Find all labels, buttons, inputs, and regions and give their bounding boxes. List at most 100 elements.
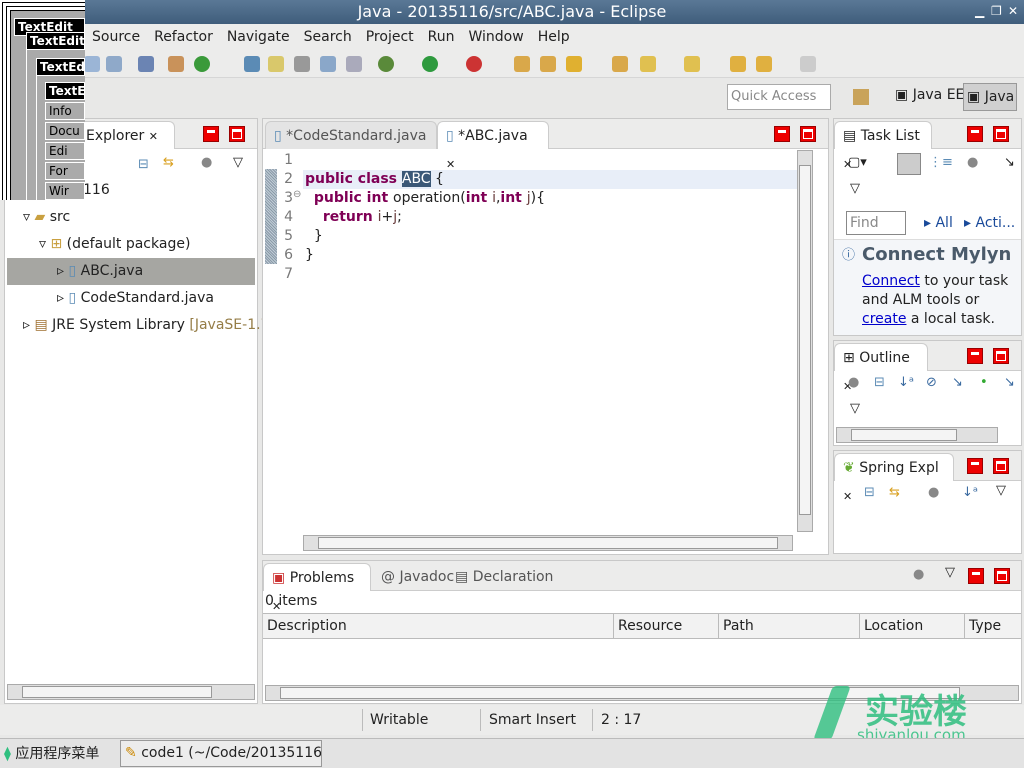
new-task-icon[interactable]: ▢▾: [848, 155, 867, 170]
collapse-all-icon[interactable]: ⊟: [138, 157, 149, 172]
focus-icon[interactable]: ●: [967, 155, 978, 170]
tab-codestandard-java[interactable]: ▯ *CodeStandard.java: [265, 121, 437, 149]
textedit-window-title[interactable]: TextEdit: [36, 58, 85, 76]
previous-annotation-icon[interactable]: [684, 56, 700, 72]
vertical-scrollbar[interactable]: [797, 150, 813, 532]
open-task-icon[interactable]: [540, 56, 556, 72]
sort-icon[interactable]: ↓ᵃ: [962, 485, 978, 500]
maximize-button[interactable]: [229, 126, 245, 142]
perspective-java[interactable]: ▣ Java: [963, 83, 1017, 111]
forward-icon[interactable]: [800, 56, 816, 72]
all-filter[interactable]: ▸ All: [924, 215, 953, 231]
open-type-icon[interactable]: [244, 56, 260, 72]
horizontal-scrollbar[interactable]: [303, 535, 793, 551]
textedit-menu-item[interactable]: For: [45, 162, 85, 180]
textedit-menu-item[interactable]: Edi: [45, 142, 85, 160]
skip-breakpoints-icon[interactable]: [138, 56, 154, 72]
column-path[interactable]: Path: [719, 613, 860, 639]
toggle-icon[interactable]: [294, 56, 310, 72]
textedit-window-title[interactable]: TextEdit: [26, 32, 85, 50]
debug-icon[interactable]: [378, 56, 394, 72]
view-menu-icon[interactable]: ▽: [850, 401, 860, 416]
maximize-button[interactable]: [800, 126, 816, 142]
fold-icon[interactable]: ⊖: [293, 189, 301, 200]
search-icon[interactable]: [566, 56, 582, 72]
run-icon[interactable]: [422, 56, 438, 72]
external-tools-icon[interactable]: [466, 56, 482, 72]
tree-item-jre-library[interactable]: ▹ ▤ JRE System Library [JavaSE-1.7]: [23, 312, 275, 339]
link-with-editor-icon[interactable]: ⇆: [889, 485, 900, 500]
minimize-button[interactable]: [203, 126, 219, 142]
collapse-icon[interactable]: ↘: [1004, 155, 1015, 170]
tree-item-src[interactable]: ▿ ▰ src: [23, 204, 70, 231]
tree-item-abc-java[interactable]: ▹ ▯ ABC.java: [7, 258, 255, 285]
restore-window-button[interactable]: ❐: [991, 4, 1002, 18]
scheduled-icon[interactable]: ⋮≡: [929, 155, 953, 170]
hide-static-icon[interactable]: ↘: [952, 375, 963, 390]
show-whitespace-icon[interactable]: [346, 56, 362, 72]
column-resource[interactable]: Resource: [614, 613, 719, 639]
categorized-icon[interactable]: [897, 153, 921, 175]
minimize-button[interactable]: [774, 126, 790, 142]
sort-icon[interactable]: ↓ᵃ: [898, 375, 914, 390]
collapse-all-icon[interactable]: ⊟: [874, 375, 885, 390]
hide-fields-icon[interactable]: ⊘: [926, 375, 937, 390]
minimize-button[interactable]: [967, 126, 983, 142]
link-with-editor-icon[interactable]: ⇆: [163, 155, 174, 170]
perspective-java-ee[interactable]: ▣ Java EE: [895, 87, 964, 103]
menu-run[interactable]: Run: [421, 24, 462, 50]
textedit-menu-item[interactable]: Docu: [45, 122, 85, 140]
taskbar-item-code1[interactable]: ✎ code1 (~/Code/20135116...: [120, 740, 322, 767]
textedit-menu-item[interactable]: Info: [45, 102, 85, 120]
next-annotation-icon[interactable]: [640, 56, 656, 72]
open-project-icon[interactable]: [612, 56, 628, 72]
maximize-button[interactable]: [993, 348, 1009, 364]
menu-source[interactable]: Source: [85, 24, 147, 50]
back-icon[interactable]: [756, 56, 772, 72]
tab-explorer[interactable]: Explorer ✕: [75, 121, 175, 149]
focus-icon[interactable]: ●: [201, 155, 212, 170]
minimize-window-button[interactable]: ▁: [975, 4, 984, 18]
code-text[interactable]: public class ABC { public int operation(…: [305, 151, 545, 265]
mark-occurrences-icon[interactable]: [268, 56, 284, 72]
menu-navigate[interactable]: Navigate: [220, 24, 297, 50]
maximize-button[interactable]: [993, 458, 1009, 474]
tab-outline[interactable]: ⊞ Outline ✕: [834, 343, 928, 393]
hide-local-types-icon[interactable]: ↘: [1004, 375, 1015, 390]
find-input[interactable]: Find: [846, 211, 906, 235]
view-menu-icon[interactable]: ▽: [996, 483, 1006, 498]
open-perspective-icon[interactable]: [853, 89, 869, 105]
connect-link[interactable]: Connect: [862, 273, 920, 289]
minimize-button[interactable]: [968, 568, 984, 584]
print-icon[interactable]: [106, 56, 122, 72]
last-edit-icon[interactable]: [730, 56, 746, 72]
menu-search[interactable]: Search: [297, 24, 359, 50]
hide-nonpublic-icon[interactable]: •: [980, 375, 988, 390]
tab-task-list[interactable]: ▤ Task List ✕: [834, 121, 932, 171]
tab-problems[interactable]: ▣ Problems ✕: [263, 563, 371, 613]
menu-help[interactable]: Help: [531, 24, 577, 50]
activate-filter[interactable]: ▸ Acti...: [964, 215, 1015, 231]
block-selection-icon[interactable]: [320, 56, 336, 72]
view-menu-icon[interactable]: ▽: [850, 181, 860, 196]
close-icon[interactable]: ✕: [149, 130, 158, 143]
minimize-button[interactable]: [967, 458, 983, 474]
horizontal-scrollbar[interactable]: [7, 684, 255, 700]
collapse-all-icon[interactable]: ⊟: [864, 485, 875, 500]
textedit-menu-item[interactable]: Wir: [45, 182, 85, 200]
focus-icon[interactable]: ●: [928, 485, 939, 500]
create-link[interactable]: create: [862, 311, 906, 327]
save-icon[interactable]: [84, 56, 100, 72]
minimize-button[interactable]: [967, 348, 983, 364]
close-window-button[interactable]: ✕: [1008, 4, 1018, 18]
project-node[interactable]: 116: [83, 177, 110, 204]
applications-menu-button[interactable]: ⧫ 应用程序菜单: [4, 742, 99, 766]
close-icon[interactable]: ✕: [843, 490, 852, 503]
focus-icon[interactable]: ●: [913, 567, 924, 582]
tab-declaration[interactable]: ▤ Declaration: [447, 563, 561, 591]
quick-access-input[interactable]: Quick Access: [727, 84, 831, 110]
maximize-button[interactable]: [994, 568, 1010, 584]
new-class-icon[interactable]: [194, 56, 210, 72]
view-menu-icon[interactable]: ▽: [233, 155, 243, 170]
tab-abc-java[interactable]: ▯ *ABC.java ✕: [437, 121, 549, 171]
